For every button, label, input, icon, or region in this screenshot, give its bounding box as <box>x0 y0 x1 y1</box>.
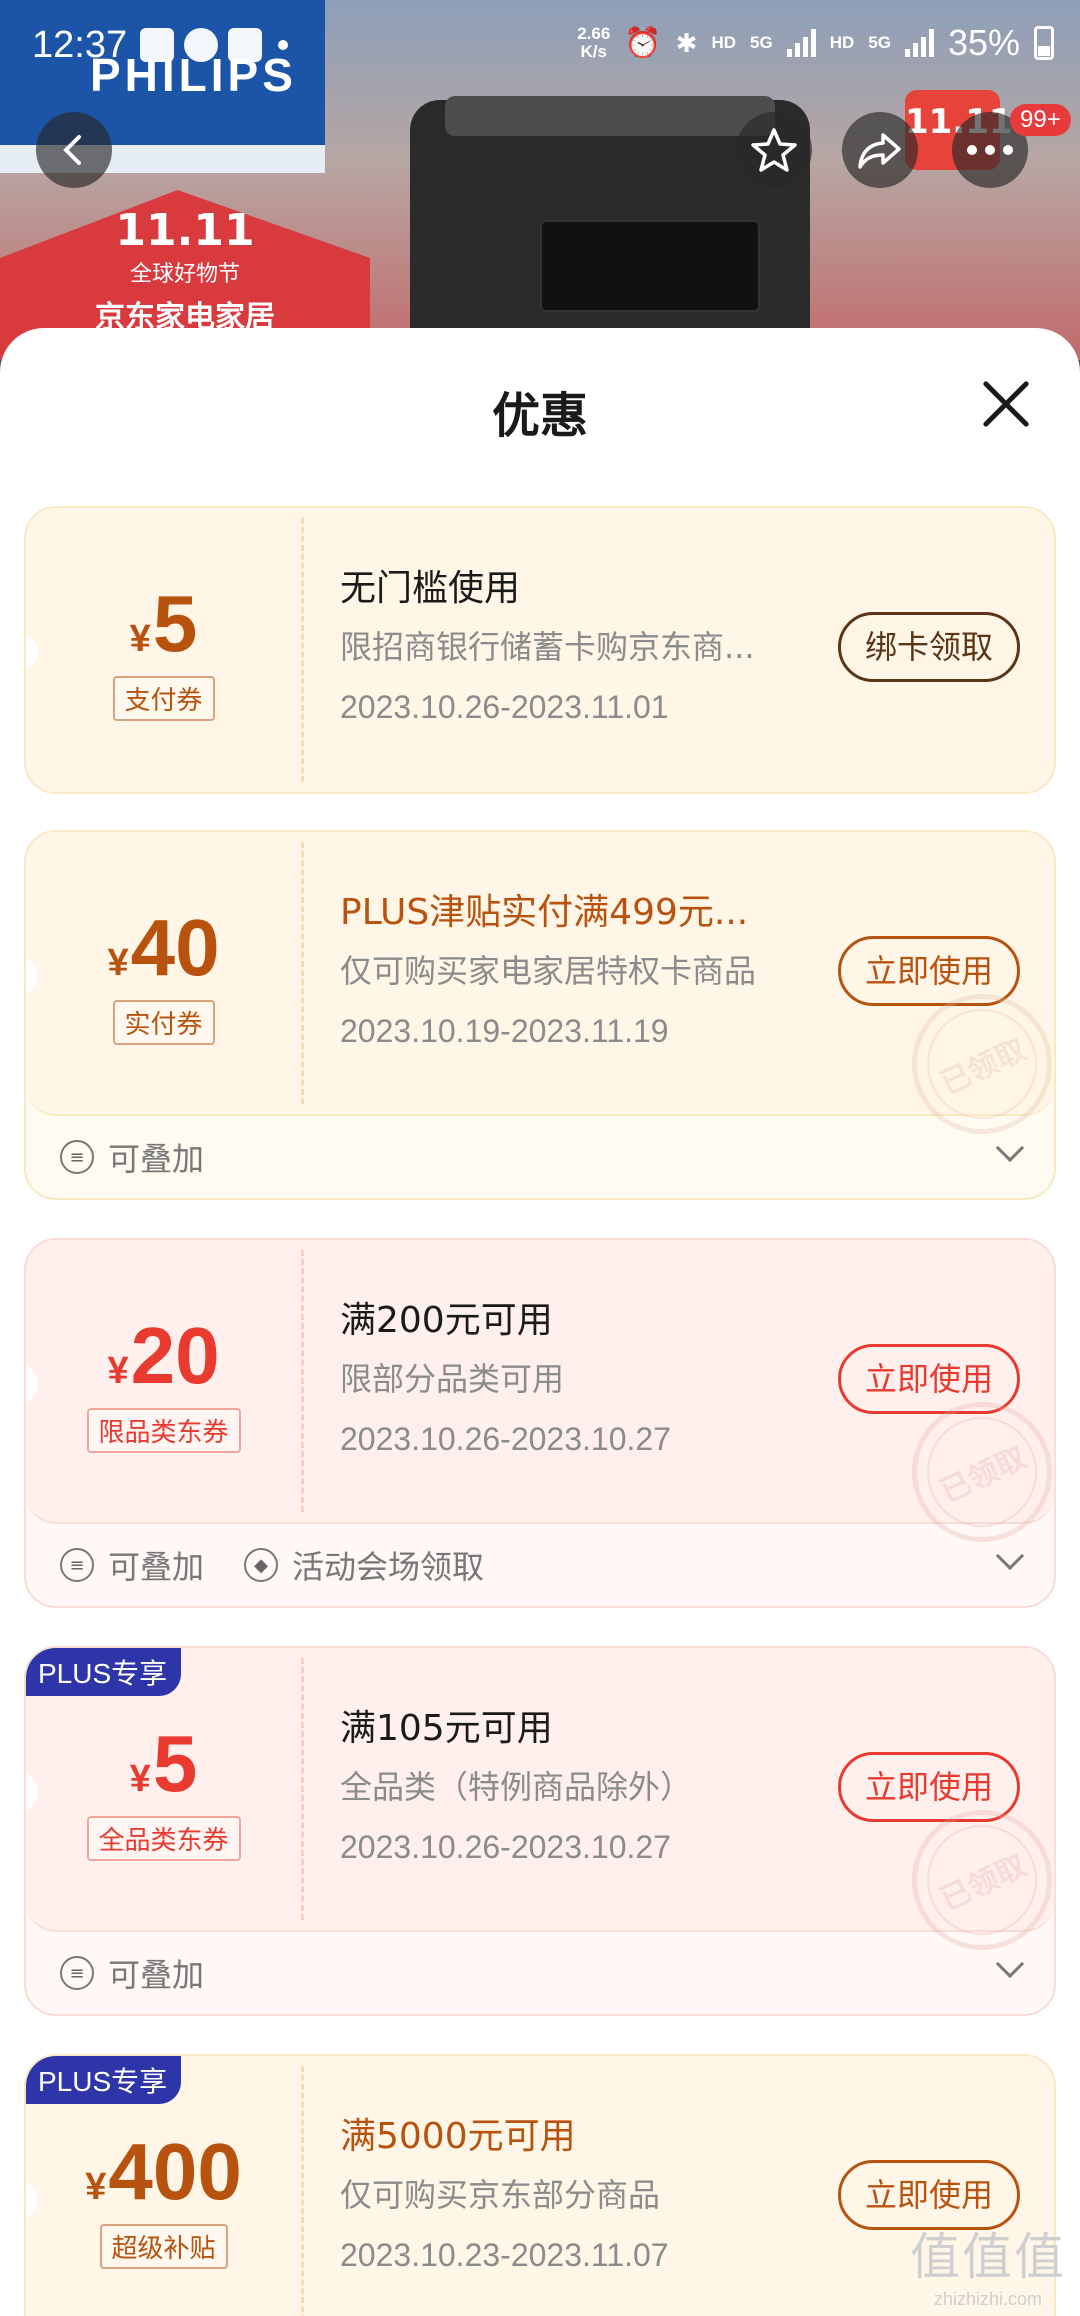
venue-icon: ◆ <box>244 1548 279 1582</box>
coupon-card: ¥20 限品类东券 满200元可用 限部分品类可用 2023.10.26-202… <box>24 1238 1056 1608</box>
arrow-left-icon <box>63 135 81 165</box>
coupon-sheet: 优惠 ¥5 支付券 无门槛使用 限招商银行储蓄卡购京东商... 2023.10.… <box>0 328 1080 2316</box>
chat-icon <box>184 28 218 62</box>
stackable-icon: ≡ <box>60 1548 94 1582</box>
message-count-badge: 99+ <box>1010 104 1071 136</box>
star-icon <box>751 128 797 172</box>
hd-indicator-2: HD <box>829 33 855 52</box>
coupon-type-tag: 支付券 <box>112 676 215 721</box>
alarm-icon: ⏰ <box>624 26 662 60</box>
plus-exclusive-badge: PLUS专享 <box>26 1648 182 1696</box>
coupon-date-range: 2023.10.19-2023.11.19 <box>340 1013 669 1049</box>
status-time: 12:37 <box>32 24 128 66</box>
close-button[interactable] <box>978 376 1034 432</box>
chevron-down-icon[interactable] <box>995 1133 1025 1163</box>
signal-icon-2 <box>904 29 934 57</box>
coupon-footer[interactable]: ≡ 可叠加 <box>26 1116 1054 1198</box>
chevron-down-icon[interactable] <box>995 1541 1025 1571</box>
share-button[interactable] <box>842 112 918 188</box>
sheet-title: 优惠 <box>491 388 588 444</box>
coupon-title: 满105元可用 <box>340 1708 553 1749</box>
coupon-type-tag: 全品类东券 <box>86 1816 241 1861</box>
venue-claim-label: 活动会场领取 <box>292 1548 485 1586</box>
battery-percent: 35% <box>947 22 1020 63</box>
coupon-description: 限招商银行储蓄卡购京东商... <box>340 628 755 666</box>
stackable-icon: ≡ <box>60 1140 94 1174</box>
stackable-label: 可叠加 <box>108 1956 205 1994</box>
coupon-type-tag: 超级补贴 <box>99 2224 228 2269</box>
stackable-icon: ≡ <box>60 1956 94 1990</box>
tasks-icon <box>228 28 262 62</box>
coupon-description: 全品类（特例商品除外） <box>340 1768 693 1806</box>
plus-exclusive-badge: PLUS专享 <box>26 2056 182 2104</box>
coupon-card: PLUS专享 ¥5 全品类东券 满105元可用 全品类（特例商品除外） 2023… <box>24 1646 1056 2016</box>
coupon-type-tag: 限品类东券 <box>86 1408 241 1453</box>
network-type-2: 5G <box>868 33 891 52</box>
coupon-title: 满5000元可用 <box>340 2116 576 2157</box>
status-bar: 12:37 2.66 K/s ⏰ ✱ HD 5G HD 5G 35% <box>0 0 1080 98</box>
gallery-icon <box>140 28 174 62</box>
coupon-title: PLUS津贴实付满499元... <box>340 892 749 933</box>
coupon-title: 满200元可用 <box>340 1300 553 1341</box>
coupon-footer[interactable]: ≡ 可叠加 ◆ 活动会场领取 <box>26 1524 1054 1606</box>
back-button[interactable] <box>36 112 112 188</box>
coupon-date-range: 2023.10.26-2023.10.27 <box>340 1421 671 1457</box>
network-speed: 2.66 K/s <box>577 24 611 61</box>
coupon-description: 仅可购买京东部分商品 <box>340 2176 661 2214</box>
coupon-card: PLUS专享 ¥400 超级补贴 满5000元可用 仅可购买京东部分商品 202… <box>24 2054 1056 2316</box>
coupon-card: ¥5 支付券 无门槛使用 限招商银行储蓄卡购京东商... 2023.10.26-… <box>24 506 1056 794</box>
coupon-type-tag: 实付券 <box>112 1000 215 1045</box>
coupon-date-range: 2023.10.26-2023.11.01 <box>340 689 669 725</box>
coupon-description: 仅可购买家电家居特权卡商品 <box>340 952 757 990</box>
coupon-description: 限部分品类可用 <box>340 1360 565 1398</box>
signal-icon <box>786 29 816 57</box>
coupon-card: ¥40 实付券 PLUS津贴实付满499元... 仅可购买家电家居特权卡商品 2… <box>24 830 1056 1200</box>
bind-card-claim-button[interactable]: 绑卡领取 <box>837 612 1020 682</box>
favorite-button[interactable] <box>736 112 812 188</box>
site-watermark: 值值值 zhizhizhi.com <box>910 2229 1066 2309</box>
more-icon <box>967 145 1013 155</box>
battery-icon <box>1034 26 1054 60</box>
bluetooth-icon: ✱ <box>675 27 698 58</box>
promo-line-2: 全球好物节 <box>129 262 240 287</box>
coupon-footer[interactable]: ≡ 可叠加 <box>26 1932 1054 2014</box>
coupon-date-range: 2023.10.23-2023.11.07 <box>340 2237 669 2273</box>
stackable-label: 可叠加 <box>108 1140 205 1178</box>
hd-indicator: HD <box>711 33 736 52</box>
stackable-label: 可叠加 <box>108 1548 205 1586</box>
network-type: 5G <box>750 33 773 52</box>
promo-line-1: 11.11 <box>115 205 255 256</box>
more-notifications-icon <box>278 40 288 50</box>
product-control-panel <box>540 220 760 312</box>
coupon-title: 无门槛使用 <box>340 568 521 609</box>
chevron-down-icon[interactable] <box>995 1949 1025 1979</box>
coupon-date-range: 2023.10.26-2023.10.27 <box>340 1829 671 1865</box>
share-icon <box>858 133 901 169</box>
